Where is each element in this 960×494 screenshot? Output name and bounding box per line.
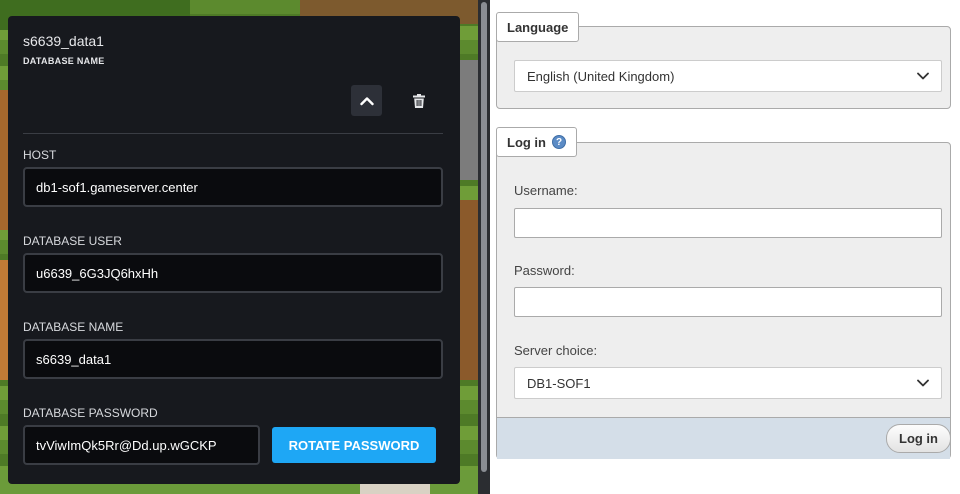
chevron-down-icon [917,72,929,80]
database-user-field[interactable]: u6639_6G3JQ6hxHh [23,253,443,293]
language-legend-text: Language [507,19,569,35]
password-input[interactable] [514,287,942,317]
login-legend: Log in ? [496,127,577,157]
username-input[interactable] [514,208,942,238]
delete-button[interactable] [410,91,428,111]
database-password-label: DATABASE PASSWORD [23,406,158,420]
host-field[interactable]: db1-sof1.gameserver.center [23,167,443,207]
server-choice-value: DB1-SOF1 [527,375,591,391]
server-choice-label: Server choice: [514,343,598,358]
database-name-field[interactable]: s6639_data1 [23,339,443,379]
language-select[interactable]: English (United Kingdom) [514,60,942,92]
trash-icon [413,94,425,108]
scrollbar-thumb[interactable] [481,2,487,472]
database-card-title: s6639_data1 [23,33,104,49]
database-card: s6639_data1 DATABASE NAME HOST db1-sof1.… [8,16,460,484]
database-card-subtitle: DATABASE NAME [23,56,105,66]
phpmyadmin-login-area: English (United Kingdom) Language Userna… [490,0,960,494]
login-footer [497,417,950,459]
chevron-up-icon [359,96,374,105]
login-fieldset: Username: Password: Server choice: DB1-S… [496,142,951,459]
database-name-label: DATABASE NAME [23,320,124,334]
rotate-password-button[interactable]: ROTATE PASSWORD [272,427,436,463]
divider [23,133,443,134]
password-label: Password: [514,263,575,278]
database-user-label: DATABASE USER [23,234,122,248]
chevron-down-icon [917,379,929,387]
database-password-field[interactable]: tvViwImQk5Rr@Dd.up.wGCKP [23,425,260,465]
host-label: HOST [23,148,57,162]
login-legend-text: Log in [507,134,546,150]
collapse-button[interactable] [351,85,382,116]
help-icon[interactable]: ? [552,135,566,149]
page-scrollbar[interactable] [478,0,490,494]
username-label: Username: [514,183,578,198]
login-button[interactable]: Log in [886,424,951,453]
server-choice-select[interactable]: DB1-SOF1 [514,367,942,399]
language-legend: Language [496,12,580,42]
language-select-value: English (United Kingdom) [527,68,675,84]
